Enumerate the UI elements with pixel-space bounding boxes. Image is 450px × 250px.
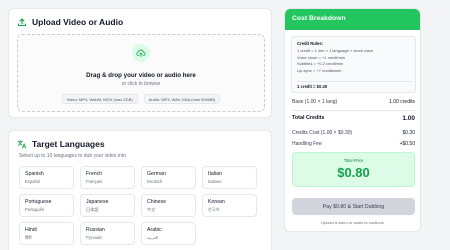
upload-card-title: Upload Video or Audio xyxy=(17,17,123,27)
language-native-name: العربية xyxy=(147,235,159,240)
language-native-name: Français xyxy=(86,179,103,184)
language-name: Italian xyxy=(208,171,222,177)
cost-breakdown-header: Cost Breakdown xyxy=(285,9,420,30)
credit-rule-item: 1 credit = 1 min × 1 language × stock vo… xyxy=(297,48,374,53)
language-native-name: हिंदी xyxy=(25,235,32,240)
upload-title-text: Upload Video or Audio xyxy=(32,17,124,27)
credit-rules-list: 1 credit = 1 min × 1 language × stock vo… xyxy=(297,48,373,74)
pay-helper-text: Upload a video or audio to continue xyxy=(321,220,384,225)
language-name: Arabic xyxy=(147,227,162,233)
cost-breakdown-title: Cost Breakdown xyxy=(292,15,346,22)
language-native-name: Italiano xyxy=(208,179,222,184)
base-cost-label: Base (1.00 × 1 lang) xyxy=(292,99,338,105)
base-cost-row: Base (1.00 × 1 lang) 1.00 credits xyxy=(292,99,415,105)
languages-subtitle: Select up to 10 languages to dub your vi… xyxy=(19,153,127,159)
language-native-name: Español xyxy=(25,179,41,184)
total-credits-value: 1.00 xyxy=(402,115,415,122)
language-option-korean[interactable]: Korean 한국어 xyxy=(202,194,257,217)
language-name: Japanese xyxy=(86,199,109,205)
language-native-name: 한국어 xyxy=(208,207,220,212)
language-option-german[interactable]: German Deutsch xyxy=(141,166,196,189)
language-option-french[interactable]: French Français xyxy=(80,166,135,189)
total-price-value: $0.80 xyxy=(337,165,370,180)
cost-breakdown-card: Cost Breakdown Credit Rules: 1 credit = … xyxy=(284,8,421,232)
upload-dropzone[interactable]: Drag & drop your video or audio here or … xyxy=(17,34,265,112)
total-credits-label: Total Credits xyxy=(292,115,325,121)
language-name: Spanish xyxy=(25,171,44,177)
language-option-spanish[interactable]: Spanish Español xyxy=(19,166,74,189)
total-price-box: Total Price $0.80 xyxy=(292,152,415,187)
languages-card-title: Target Languages xyxy=(17,139,105,149)
format-badges: Video: MP4, WebM, MOV (max 2GB) Audio: M… xyxy=(18,94,264,104)
credit-rule-item: Lip-sync = +7 credits/min xyxy=(297,67,342,73)
language-native-name: Deutsch xyxy=(147,179,163,184)
rules-divider xyxy=(297,81,412,82)
base-cost-value: 1.00 credits xyxy=(389,99,415,105)
language-name: German xyxy=(147,171,166,177)
dropzone-browse-text: or click to browse xyxy=(121,81,161,87)
language-name: Portuguese xyxy=(25,199,52,205)
handling-fee-value: +$0.50 xyxy=(399,141,415,147)
language-native-name: 中文 xyxy=(147,207,156,212)
language-name: Russian xyxy=(86,227,105,233)
credit-rules-title: Credit Rules: xyxy=(297,41,324,46)
language-native-name: Português xyxy=(25,207,45,212)
languages-title-text: Target Languages xyxy=(32,139,105,149)
target-languages-card: Target Languages Select up to 10 languag… xyxy=(8,130,272,250)
language-option-chinese[interactable]: Chinese 中文 xyxy=(141,194,196,217)
language-option-hindi[interactable]: Hindi हिंदी xyxy=(19,222,74,245)
language-name: Korean xyxy=(208,199,225,205)
language-name: French xyxy=(86,171,103,177)
language-name: Hindi xyxy=(25,227,37,233)
dropzone-main-text: Drag & drop your video or audio here xyxy=(86,72,196,79)
upload-card: Upload Video or Audio Drag & drop your v… xyxy=(8,8,272,118)
credit-price-rule: 1 credit = $0.30 xyxy=(297,84,328,89)
handling-fee-label: Handling Fee xyxy=(292,141,322,147)
audio-format-badge: Audio: MP3, WAV, M4A (max 500MB) xyxy=(143,94,221,104)
handling-fee-row: Handling Fee +$0.50 xyxy=(292,141,415,147)
total-credits-row: Total Credits 1.00 xyxy=(292,115,415,122)
credit-rules-box: Credit Rules: 1 credit = 1 min × 1 langu… xyxy=(291,36,416,93)
cloud-upload-icon xyxy=(132,44,150,62)
cost-divider xyxy=(292,110,415,111)
language-grid: Spanish Español French Français German D… xyxy=(19,166,257,245)
language-name: Chinese xyxy=(147,199,167,205)
credits-cost-label: Credits Cost (1.00 × $0.30) xyxy=(292,130,353,136)
pay-and-start-dubbing-button[interactable]: Pay $0.80 & Start Dubbing xyxy=(292,198,415,215)
language-option-arabic[interactable]: Arabic العربية xyxy=(141,222,196,245)
total-price-label: Total Price xyxy=(343,158,364,163)
language-native-name: 日本語 xyxy=(86,207,99,212)
language-option-russian[interactable]: Russian Русский xyxy=(80,222,135,245)
language-option-japanese[interactable]: Japanese 日本語 xyxy=(80,194,135,217)
language-option-portuguese[interactable]: Portuguese Português xyxy=(19,194,74,217)
video-format-badge: Video: MP4, WebM, MOV (max 2GB) xyxy=(61,94,138,104)
credits-cost-row: Credits Cost (1.00 × $0.30) $0.30 xyxy=(292,130,415,136)
language-option-italian[interactable]: Italian Italiano xyxy=(202,166,257,189)
upload-icon xyxy=(17,17,27,27)
translate-icon xyxy=(17,139,27,149)
language-native-name: Русский xyxy=(86,235,102,240)
credits-cost-value: $0.30 xyxy=(402,130,415,136)
